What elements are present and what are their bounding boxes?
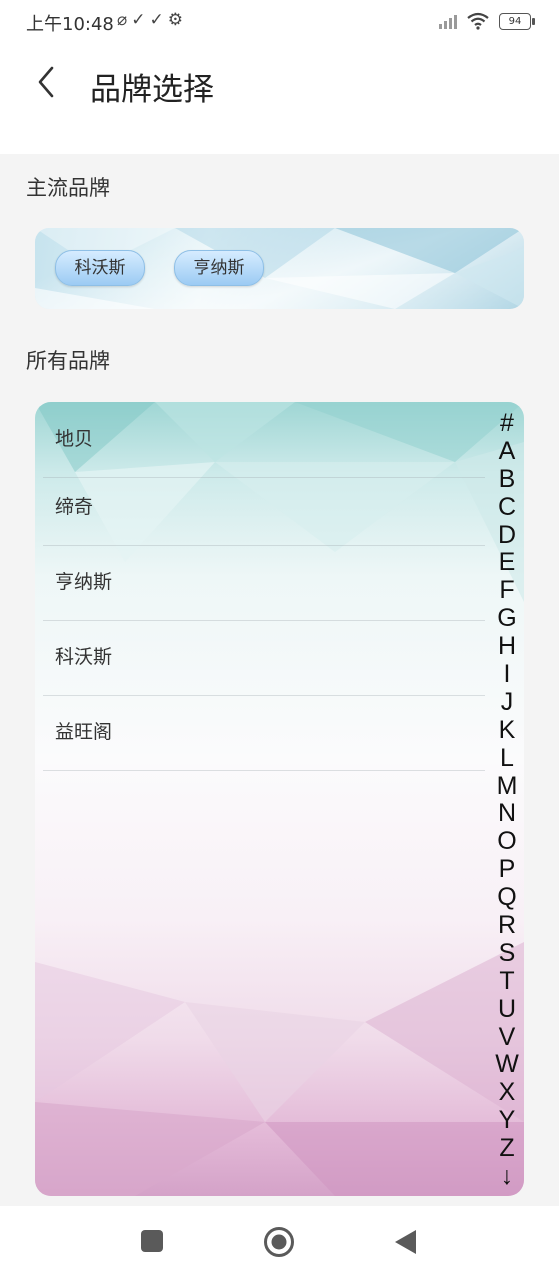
index-e[interactable]: E: [494, 549, 520, 577]
all-brands-card: 地贝 缔奇 亨纳斯 科沃斯 益旺阁: [35, 402, 524, 1196]
index-z[interactable]: Z: [494, 1134, 520, 1163]
index-r[interactable]: R: [494, 911, 520, 940]
index-down-arrow[interactable]: ↓: [494, 1162, 520, 1191]
brand-row-diqi[interactable]: 缔奇: [43, 470, 485, 546]
brand-name: 亨纳斯: [55, 571, 113, 593]
system-nav-bar: [0, 1206, 559, 1280]
brand-name: 缔奇: [55, 496, 94, 518]
index-v[interactable]: V: [494, 1023, 520, 1052]
back-arrow-icon[interactable]: [30, 62, 66, 102]
index-d[interactable]: D: [494, 521, 520, 550]
index-x[interactable]: X: [494, 1078, 520, 1107]
index-k[interactable]: K: [494, 716, 520, 745]
app-header: 品牌选择: [0, 44, 559, 154]
page-title: 品牌选择: [90, 72, 214, 108]
index-h[interactable]: H: [494, 632, 520, 661]
index-m[interactable]: M: [494, 772, 520, 801]
brand-name: 科沃斯: [55, 646, 113, 668]
index-y[interactable]: Y: [494, 1106, 520, 1135]
all-brands-title: 所有品牌: [26, 349, 110, 373]
index-l[interactable]: L: [494, 744, 520, 773]
brand-row-hengnasi[interactable]: 亨纳斯: [43, 545, 485, 621]
index-o[interactable]: O: [494, 827, 520, 856]
index-n[interactable]: N: [494, 800, 520, 828]
status-time: 上午10:48: [26, 14, 114, 35]
index-a[interactable]: A: [494, 437, 520, 466]
brand-row-yiwangge[interactable]: 益旺阁: [43, 695, 485, 771]
notification-icons: ⌀✓✓⚙: [117, 10, 187, 30]
alphabet-index-bar[interactable]: # A B C D E F G H I J K L M N O P Q R S …: [494, 409, 520, 1191]
status-right: 94: [439, 12, 535, 30]
brand-name: 益旺阁: [55, 721, 113, 743]
index-w[interactable]: W: [494, 1051, 520, 1079]
main-brand-chip-kewosi[interactable]: 科沃斯: [55, 250, 145, 286]
index-b[interactable]: B: [494, 465, 520, 494]
main-brands-title: 主流品牌: [26, 176, 110, 200]
wifi-icon: [467, 12, 489, 30]
index-u[interactable]: U: [494, 995, 520, 1024]
index-f[interactable]: F: [494, 576, 520, 605]
status-bar: 上午10:48 ⌀✓✓⚙ 94: [0, 0, 559, 44]
back-triangle-icon[interactable]: [392, 1228, 418, 1256]
index-i[interactable]: I: [494, 660, 520, 689]
index-s[interactable]: S: [494, 939, 520, 968]
recent-apps-icon[interactable]: [139, 1228, 165, 1254]
main-brand-chip-hengnasi[interactable]: 亨纳斯: [174, 250, 264, 286]
brand-row-kewosi[interactable]: 科沃斯: [43, 620, 485, 696]
index-j[interactable]: J: [494, 688, 520, 717]
battery-icon: 94: [499, 12, 535, 30]
index-g[interactable]: G: [494, 604, 520, 633]
index-p[interactable]: P: [494, 855, 520, 884]
index-t[interactable]: T: [494, 967, 520, 996]
main-brands-card: 科沃斯 亨纳斯: [35, 228, 524, 309]
brand-name: 地贝: [55, 428, 94, 450]
index-q[interactable]: Q: [494, 883, 520, 912]
index-c[interactable]: C: [494, 493, 520, 522]
home-icon[interactable]: [263, 1226, 295, 1258]
index-hash[interactable]: #: [494, 409, 520, 438]
signal-icon: [439, 13, 457, 29]
brand-row-dibei[interactable]: 地贝: [43, 402, 485, 478]
